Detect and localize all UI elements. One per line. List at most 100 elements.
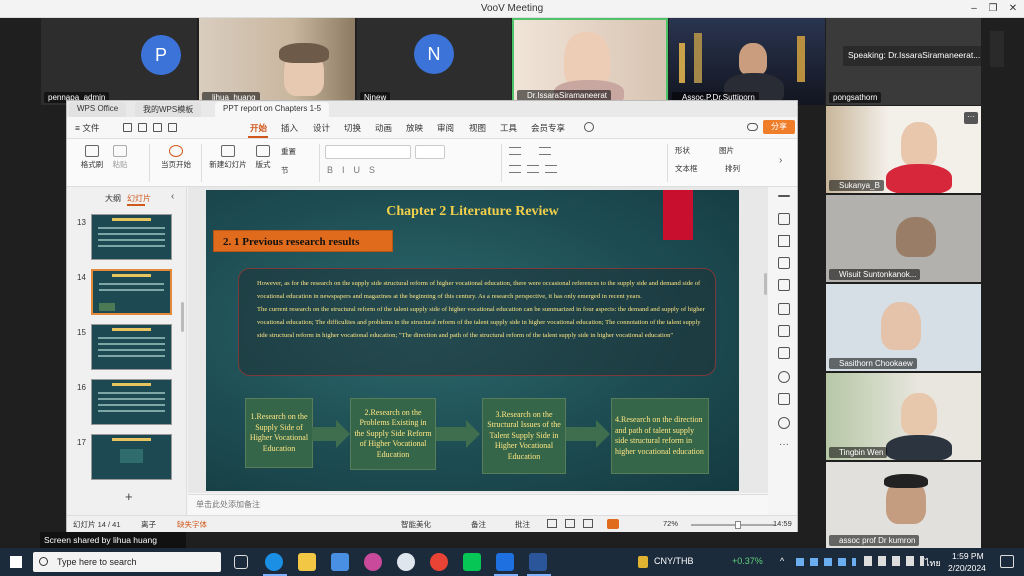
minimize-button[interactable]: – bbox=[966, 2, 982, 16]
document-icon[interactable] bbox=[778, 347, 790, 359]
restore-button[interactable]: ❐ bbox=[985, 2, 1001, 16]
participant-tile-suttiporn[interactable]: Assoc.P.Dr.Suttiporn bbox=[669, 18, 825, 105]
crop-icon[interactable] bbox=[778, 325, 790, 337]
picture-button[interactable]: 图片 bbox=[719, 145, 755, 156]
tab-slides[interactable]: 幻灯片 bbox=[127, 193, 151, 204]
text-format-buttons[interactable]: BIUS bbox=[327, 165, 487, 179]
participant-tile-wisuit[interactable]: Wisuit Suntonkanok... bbox=[826, 195, 981, 282]
currency-widget-icon[interactable] bbox=[638, 556, 648, 568]
notifications-icon[interactable] bbox=[1000, 555, 1014, 568]
network-volume-icons[interactable] bbox=[864, 556, 924, 566]
tab-ppt-report[interactable]: PPT report on Chapters 1-5 bbox=[215, 102, 330, 117]
menu-animation[interactable]: 动画 bbox=[375, 122, 392, 134]
currency-pair[interactable]: CNY/THB bbox=[654, 556, 694, 566]
line-icon[interactable] bbox=[463, 553, 481, 571]
layout-button[interactable]: 版式 bbox=[251, 145, 275, 170]
align-center-icon[interactable] bbox=[527, 165, 539, 173]
chrome-icon[interactable] bbox=[430, 553, 448, 571]
slide-thumbnail-selected[interactable] bbox=[91, 269, 172, 315]
tab-wps-office[interactable]: WPS Office bbox=[69, 102, 127, 117]
paragraph-controls[interactable] bbox=[509, 147, 649, 177]
tab-wps-templates[interactable]: 我的WPS模板 bbox=[135, 102, 202, 117]
reset-button[interactable]: 重置 bbox=[281, 146, 311, 157]
location-icon[interactable] bbox=[778, 417, 790, 429]
participant-tile-tingbin[interactable]: Tingbin Wen bbox=[826, 373, 981, 460]
tools-icon[interactable] bbox=[778, 303, 790, 315]
clock-time[interactable]: 1:59 PM bbox=[952, 551, 984, 561]
shape-button[interactable]: 形状 bbox=[675, 145, 715, 156]
menu-insert[interactable]: 插入 bbox=[281, 122, 298, 134]
system-tray-icons[interactable] bbox=[796, 558, 856, 566]
align-right-icon[interactable] bbox=[545, 165, 557, 173]
print-icon[interactable] bbox=[153, 123, 162, 132]
menu-member[interactable]: 会员专享 bbox=[531, 122, 565, 134]
more-tools-icon[interactable]: ··· bbox=[779, 439, 789, 450]
reading-view-icon[interactable] bbox=[583, 519, 593, 528]
cloud-icon[interactable] bbox=[747, 123, 758, 131]
help-icon[interactable] bbox=[778, 371, 790, 383]
zoom-slider-thumb[interactable] bbox=[735, 521, 741, 529]
align-left-icon[interactable] bbox=[509, 165, 521, 173]
missing-font-indicator[interactable]: 缺失字体 bbox=[177, 519, 207, 530]
participant-tile-pongsathorn[interactable]: Speaking: Dr.IssaraSiramaneerat... pongs… bbox=[826, 18, 981, 105]
notes-toggle[interactable]: 备注 bbox=[471, 519, 486, 530]
textbox-button[interactable]: 文本框 bbox=[675, 163, 719, 174]
notes-pane[interactable]: 单击此处添加备注 bbox=[188, 494, 768, 515]
normal-view-icon[interactable] bbox=[547, 519, 557, 528]
menu-slideshow[interactable]: 放映 bbox=[406, 122, 423, 134]
search-icon[interactable] bbox=[584, 122, 594, 132]
edge-icon[interactable] bbox=[265, 553, 283, 571]
numbered-list-icon[interactable] bbox=[539, 147, 551, 155]
menu-tools[interactable]: 工具 bbox=[500, 122, 517, 134]
voov-icon[interactable] bbox=[496, 553, 514, 571]
participant-tile-sasithorn[interactable]: Sasithorn Chookaew bbox=[826, 284, 981, 371]
app-icon[interactable] bbox=[364, 553, 382, 571]
app-icon[interactable] bbox=[397, 553, 415, 571]
collapse-panel-icon[interactable]: ‹ bbox=[171, 191, 174, 202]
menu-home[interactable]: 开始 bbox=[250, 122, 267, 134]
task-view-icon[interactable] bbox=[234, 555, 248, 569]
zoom-slider-track[interactable] bbox=[691, 524, 775, 526]
menu-file[interactable]: ≡ 文件 bbox=[75, 122, 99, 134]
image-icon[interactable] bbox=[778, 279, 790, 291]
format-painter-button[interactable]: 格式刷 bbox=[77, 145, 107, 170]
slide-thumbnail[interactable] bbox=[91, 434, 172, 480]
share-button[interactable]: 分享 bbox=[763, 120, 795, 134]
participant-tile-issara[interactable]: Dr.IssaraSiramaneerat bbox=[512, 18, 668, 105]
windows-start-icon[interactable] bbox=[10, 556, 22, 568]
ribbon-scroll-right-icon[interactable]: › bbox=[779, 155, 787, 169]
play-current-button[interactable]: 当页开始 bbox=[157, 145, 195, 170]
bullet-list-icon[interactable] bbox=[509, 147, 521, 155]
star-icon[interactable] bbox=[778, 235, 790, 247]
play-slideshow-icon[interactable] bbox=[607, 519, 619, 529]
menu-review[interactable]: 审阅 bbox=[437, 122, 454, 134]
save-icon[interactable] bbox=[123, 123, 132, 132]
panel-scrollbar[interactable] bbox=[181, 302, 184, 332]
participant-tile-ninew[interactable]: N Ninew bbox=[357, 18, 511, 105]
grid-view-icon[interactable] bbox=[565, 519, 575, 528]
smart-beautify-button[interactable]: 智能美化 bbox=[401, 519, 431, 530]
word-icon[interactable] bbox=[529, 553, 547, 571]
canvas-scrollbar[interactable] bbox=[764, 273, 767, 295]
menu-design[interactable]: 设计 bbox=[313, 122, 330, 134]
print-preview-icon[interactable] bbox=[138, 123, 147, 132]
slide-thumbnail[interactable] bbox=[91, 214, 172, 260]
clock-date[interactable]: 2/20/2024 bbox=[948, 563, 986, 573]
participant-tile-lihua[interactable]: lihua_huang bbox=[199, 18, 355, 105]
copy-icon[interactable] bbox=[778, 257, 790, 269]
menu-view[interactable]: 视图 bbox=[469, 122, 486, 134]
participant-tile-pennapa[interactable]: P pennapa_admin bbox=[41, 18, 197, 105]
section-button[interactable]: 节 bbox=[281, 165, 311, 176]
transform-icon[interactable] bbox=[778, 393, 790, 405]
font-family-select[interactable] bbox=[325, 145, 411, 159]
add-slide-button[interactable]: + bbox=[125, 489, 133, 504]
font-size-select[interactable] bbox=[415, 145, 445, 159]
paste-button[interactable]: 粘贴 bbox=[107, 145, 133, 170]
undo-icon[interactable] bbox=[168, 123, 177, 132]
new-slide-button[interactable]: 新建幻灯片 bbox=[207, 145, 249, 170]
properties-icon[interactable] bbox=[778, 213, 790, 225]
current-slide[interactable]: Chapter 2 Literature Review 2. 1 Previou… bbox=[206, 190, 739, 491]
minimize-panel-icon[interactable] bbox=[778, 195, 790, 197]
tab-outline[interactable]: 大纲 bbox=[105, 193, 121, 204]
slide-thumbnail[interactable] bbox=[91, 379, 172, 425]
